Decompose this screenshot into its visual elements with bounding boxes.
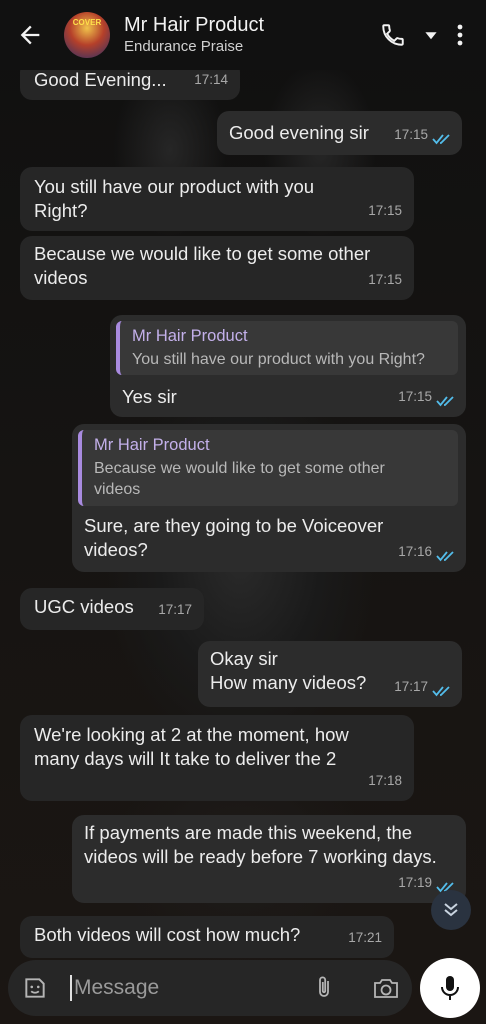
message-text: We're looking at 2 at the moment, how ma… xyxy=(34,724,349,769)
double-chevron-down-icon xyxy=(444,903,458,917)
text-caret xyxy=(70,975,72,1001)
message-text: Good Evening... xyxy=(34,69,167,90)
message-text: Okay sir How many videos? xyxy=(210,648,367,693)
message-text: Yes sir xyxy=(122,386,177,407)
reply-message-bubble[interactable]: Mr Hair Product Because we would like to… xyxy=(72,424,466,572)
message-time: 17:14 xyxy=(194,72,228,87)
message-time: 17:15 xyxy=(368,203,402,218)
message-time: 17:21 xyxy=(348,930,382,945)
contact-info[interactable]: Mr Hair Product Endurance Praise xyxy=(124,13,380,57)
quote-author: Mr Hair Product xyxy=(132,327,248,345)
message-text: Sure, are they going to be Voiceover vid… xyxy=(84,515,384,560)
message-text: You still have our product with you Righ… xyxy=(34,176,315,221)
message-bubble[interactable]: Both videos will cost how much? 17:21 xyxy=(20,916,394,958)
quoted-message[interactable]: Mr Hair Product Because we would like to… xyxy=(78,430,458,506)
phone-icon[interactable] xyxy=(380,22,406,48)
camera-icon[interactable] xyxy=(372,976,400,1000)
message-text: UGC videos xyxy=(34,596,134,617)
message-bubble[interactable]: If payments are made this weekend, the v… xyxy=(72,815,466,903)
paperclip-icon[interactable] xyxy=(312,975,336,1001)
message-time: 17:19 xyxy=(398,875,432,890)
double-check-icon xyxy=(436,396,454,407)
message-time: 17:16 xyxy=(398,544,432,559)
double-check-icon xyxy=(432,134,450,145)
quoted-message[interactable]: Mr Hair Product You still have our produ… xyxy=(116,321,458,375)
arrow-left-icon[interactable] xyxy=(16,21,44,49)
double-check-icon xyxy=(432,686,450,697)
sticker-icon[interactable] xyxy=(22,975,48,1001)
message-list[interactable]: Good Evening... 17:14 Good evening sir 1… xyxy=(0,60,486,958)
message-composer[interactable]: Message xyxy=(8,960,412,1016)
message-text: If payments are made this weekend, the v… xyxy=(84,822,437,867)
quote-author: Mr Hair Product xyxy=(94,436,210,454)
more-vert-icon[interactable] xyxy=(456,22,464,48)
contact-name: Mr Hair Product xyxy=(124,14,265,36)
message-text: Both videos will cost how much? xyxy=(34,924,301,945)
message-bubble[interactable]: UGC videos 17:17 xyxy=(20,588,204,630)
reply-message-bubble[interactable]: Mr Hair Product You still have our produ… xyxy=(110,315,466,417)
message-bubble[interactable]: We're looking at 2 at the moment, how ma… xyxy=(20,715,414,801)
double-check-icon xyxy=(436,551,454,562)
message-bubble[interactable]: Good evening sir 17:15 xyxy=(217,111,462,155)
message-time: 17:15 xyxy=(398,389,432,404)
voice-record-button[interactable] xyxy=(420,958,480,1018)
message-time: 17:17 xyxy=(158,602,192,617)
message-text: Because we would like to get some other … xyxy=(34,243,371,288)
caret-down-icon[interactable] xyxy=(424,28,438,42)
message-bubble[interactable]: Okay sir How many videos? 17:17 xyxy=(198,641,462,707)
message-time: 17:15 xyxy=(368,272,402,287)
avatar-logo-text: COVER xyxy=(72,18,102,27)
contact-subtitle: Endurance Praise xyxy=(124,38,244,55)
message-bubble[interactable]: Because we would like to get some other … xyxy=(20,236,414,300)
message-input[interactable]: Message xyxy=(74,976,159,1000)
quote-text: You still have our product with you Righ… xyxy=(132,351,425,368)
microphone-icon xyxy=(441,976,459,1000)
chat-header: COVER Mr Hair Product Endurance Praise xyxy=(0,0,486,70)
message-text: Good evening sir xyxy=(229,122,369,143)
avatar[interactable]: COVER xyxy=(64,12,110,58)
message-bubble[interactable]: You still have our product with you Righ… xyxy=(20,167,414,231)
scroll-to-bottom-button[interactable] xyxy=(431,890,471,930)
message-time: 17:15 xyxy=(394,127,428,142)
quote-text: Because we would like to get some other … xyxy=(94,460,385,498)
message-time: 17:17 xyxy=(394,679,428,694)
message-time: 17:18 xyxy=(368,773,402,788)
